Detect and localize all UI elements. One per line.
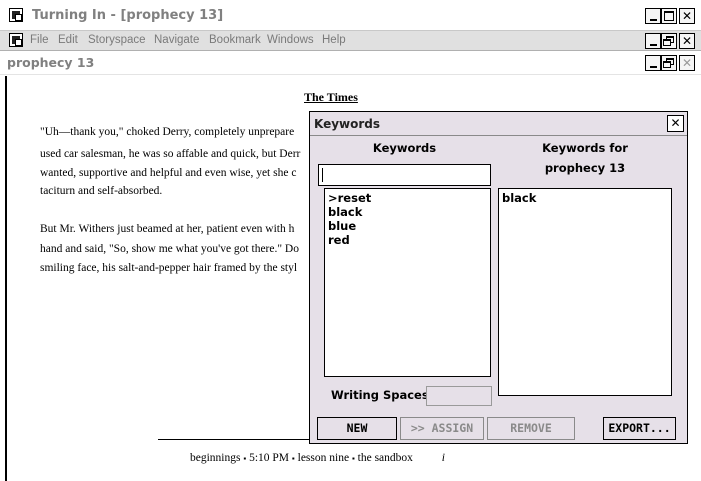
minimize-icon: [650, 44, 657, 46]
keyword-search-input[interactable]: [318, 164, 491, 186]
keyword-item[interactable]: red: [328, 233, 350, 247]
menu-bar: File Edit Storyspace Navigate Bookmark W…: [0, 31, 701, 51]
menu-minimize-button[interactable]: [645, 33, 661, 49]
dialog-divider: [310, 135, 687, 136]
app-minimize-button[interactable]: [645, 8, 661, 24]
minimize-icon: [650, 66, 657, 68]
restore-icon-front: [663, 61, 671, 68]
footer-rule: [158, 439, 318, 440]
close-icon: ✕: [681, 34, 693, 48]
remove-button[interactable]: REMOVE: [487, 417, 575, 440]
path-separator: ▪: [291, 454, 295, 463]
path-item[interactable]: the sandbox: [358, 452, 413, 464]
keywords-dialog: Keywords ✕ Keywords Keywords for prophec…: [309, 111, 688, 444]
dialog-title: Keywords: [314, 117, 381, 131]
keywords-for-header: Keywords for: [542, 141, 628, 155]
menu-close-button[interactable]: ✕: [679, 33, 695, 49]
info-marker[interactable]: i: [442, 452, 445, 464]
app-title: Turning In - [prophecy 13]: [32, 8, 224, 23]
app-system-menu-icon[interactable]: [9, 8, 23, 22]
assigned-keyword-item[interactable]: black: [502, 191, 536, 205]
menu-edit[interactable]: Edit: [58, 34, 78, 46]
paragraph-line: "Uh—thank you," choked Derry, completely…: [40, 126, 295, 138]
path-item[interactable]: 5:10 PM: [249, 452, 289, 464]
keywords-list[interactable]: >reset black blue red: [324, 188, 491, 377]
paragraph-line: hand and said, "So, show me what you've …: [40, 243, 299, 255]
menu-restore-button[interactable]: [661, 33, 677, 49]
keywords-for-node: prophecy 13: [544, 161, 626, 175]
paragraph-line: used car salesman, he was so affable and…: [40, 148, 301, 160]
assign-button[interactable]: >> ASSIGN: [400, 417, 484, 440]
paragraph-line: smiling face, his salt-and-pepper hair f…: [40, 262, 298, 274]
path-footer: beginnings ▪ 5:10 PM ▪ lesson nine ▪ the…: [190, 452, 445, 464]
keyword-item[interactable]: >reset: [328, 191, 371, 205]
document-heading: The Times: [304, 90, 358, 104]
writing-spaces-label: Writing Spaces:: [331, 388, 434, 402]
keyword-item[interactable]: black: [328, 205, 362, 219]
app-maximize-button[interactable]: [661, 8, 677, 24]
paragraph-line: But Mr. Withers just beamed at her, pati…: [40, 223, 295, 235]
doc-restore-button[interactable]: [661, 55, 677, 71]
paragraph-line: taciturn and self-absorbed.: [40, 185, 163, 197]
close-icon: ✕: [670, 116, 681, 130]
path-item[interactable]: beginnings: [190, 452, 240, 464]
close-icon: ✕: [681, 56, 693, 70]
path-item[interactable]: lesson nine: [298, 452, 349, 464]
document-system-menu-icon[interactable]: [9, 33, 23, 47]
app-close-button[interactable]: ✕: [679, 8, 695, 24]
menu-storyspace[interactable]: Storyspace: [88, 34, 146, 46]
keywords-header: Keywords: [372, 141, 437, 155]
doc-close-button[interactable]: ✕: [679, 55, 695, 71]
doc-minimize-button[interactable]: [645, 55, 661, 71]
menu-file[interactable]: File: [30, 34, 49, 46]
close-icon: ✕: [681, 9, 693, 23]
menu-navigate[interactable]: Navigate: [154, 34, 199, 46]
new-keyword-button[interactable]: NEW: [317, 417, 397, 440]
paragraph-line: wanted, supportive and helpful and even …: [40, 167, 297, 179]
maximize-icon: [664, 11, 674, 21]
path-separator: ▪: [351, 454, 355, 463]
path-separator: ▪: [243, 454, 247, 463]
export-button[interactable]: EXPORT...: [603, 417, 676, 440]
keyword-item[interactable]: blue: [328, 219, 356, 233]
menu-windows[interactable]: Windows: [267, 34, 314, 46]
writing-spaces-field: [426, 386, 492, 406]
document-title: prophecy 13: [7, 55, 95, 70]
dialog-close-button[interactable]: ✕: [667, 115, 684, 132]
minimize-icon: [650, 19, 657, 21]
app-title-bar: Turning In - [prophecy 13] ✕: [0, 0, 701, 31]
menu-bookmark[interactable]: Bookmark: [209, 34, 261, 46]
assigned-keywords-list[interactable]: black: [498, 188, 672, 396]
restore-icon-front: [663, 39, 671, 46]
text-caret: [322, 168, 323, 182]
menu-help[interactable]: Help: [322, 34, 346, 46]
document-title-bar: prophecy 13 ✕: [0, 51, 701, 75]
